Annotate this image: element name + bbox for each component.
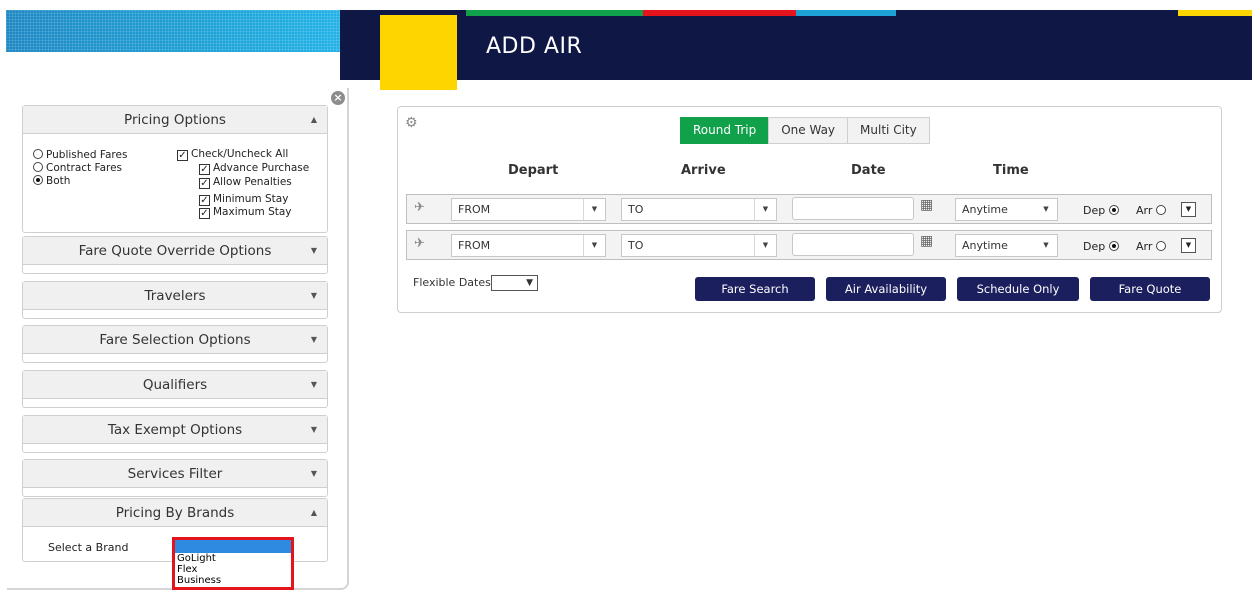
radio-selected-icon (33, 175, 43, 185)
brand-option-flex[interactable]: Flex (175, 564, 291, 575)
gear-icon[interactable]: ⚙ (405, 115, 418, 131)
section-fare-quote-override: Fare Quote Override Options ▼ (22, 236, 328, 274)
takeoff-icon: ✈ (414, 200, 425, 215)
brand-option-selected-blank[interactable] (175, 540, 291, 553)
section-travelers: Travelers ▼ (22, 281, 328, 319)
fare-quote-button[interactable]: Fare Quote (1090, 277, 1210, 301)
checkmark-icon: ✓ (199, 208, 210, 219)
checkbox-allow-penalties[interactable]: ✓ Allow Penalties (199, 176, 292, 189)
tab-multi-city[interactable]: Multi City (847, 117, 930, 144)
checkbox-advance-purchase[interactable]: ✓ Advance Purchase (199, 162, 309, 175)
chevron-down-icon: ▼ (310, 291, 317, 300)
close-icon[interactable]: × (331, 91, 345, 105)
from-input-2[interactable]: FROM ▼ (451, 234, 606, 257)
radio-icon (33, 149, 43, 159)
chevron-down-icon[interactable]: ▼ (1035, 199, 1057, 220)
radio-icon (33, 162, 43, 172)
checkbox-minimum-stay[interactable]: ✓ Minimum Stay (199, 193, 288, 206)
chevron-down-icon[interactable]: ▼ (583, 235, 605, 256)
arr-radio-2[interactable]: Arr (1136, 240, 1169, 253)
section-services-filter: Services Filter ▼ (22, 459, 328, 497)
landing-icon: ✈ (414, 236, 425, 251)
time-select-2[interactable]: Anytime ▼ (955, 234, 1058, 257)
section-header-fare-quote-override[interactable]: Fare Quote Override Options ▼ (23, 237, 327, 265)
dep-radio-1[interactable]: Dep (1083, 204, 1122, 217)
section-title: Pricing Options (124, 112, 226, 128)
checkbox-check-all[interactable]: ✓ Check/Uncheck All (177, 148, 288, 161)
banner-stripe-green (466, 10, 643, 16)
section-header-pricing-options[interactable]: Pricing Options ▲ (23, 106, 327, 134)
select-brand-label: Select a Brand (48, 541, 129, 554)
checkmark-icon: ✓ (199, 178, 210, 189)
tab-one-way[interactable]: One Way (768, 117, 849, 144)
column-header-date: Date (851, 163, 886, 178)
section-fare-selection: Fare Selection Options ▼ (22, 325, 328, 363)
page-title: ADD AIR (486, 34, 583, 59)
flexible-dates-select[interactable]: ▼ (491, 275, 538, 291)
chevron-down-icon[interactable]: ▼ (1035, 235, 1057, 256)
section-header-fare-selection[interactable]: Fare Selection Options ▼ (23, 326, 327, 354)
chevron-down-icon: ▼ (310, 380, 317, 389)
section-qualifiers: Qualifiers ▼ (22, 370, 328, 408)
brand-listbox[interactable]: GoLight Flex Business (172, 537, 294, 590)
chevron-up-icon: ▲ (310, 508, 317, 517)
chevron-down-icon[interactable]: ▼ (583, 199, 605, 220)
radio-contract-fares[interactable]: Contract Fares (33, 162, 122, 174)
section-header-travelers[interactable]: Travelers ▼ (23, 282, 327, 310)
checkmark-icon: ✓ (177, 150, 188, 161)
dep-radio-2[interactable]: Dep (1083, 240, 1122, 253)
arr-radio-1[interactable]: Arr (1136, 204, 1169, 217)
radio-selected-icon (1108, 205, 1119, 215)
trip-type-group: Round Trip One Way Multi City (680, 117, 930, 144)
top-margin (0, 0, 1252, 10)
section-header-services-filter[interactable]: Services Filter ▼ (23, 460, 327, 488)
banner-stripe-red (643, 10, 796, 16)
chevron-down-icon[interactable]: ▼ (754, 235, 776, 256)
banner-left-block (6, 10, 340, 52)
radio-both[interactable]: Both (33, 175, 70, 187)
brand-option-golight[interactable]: GoLight (175, 553, 291, 564)
section-header-pricing-by-brands[interactable]: Pricing By Brands ▲ (23, 499, 327, 527)
chevron-down-icon: ▼ (310, 425, 317, 434)
leg-options-dropdown-1[interactable]: ▼ (1181, 202, 1196, 217)
leg-options-dropdown-2[interactable]: ▼ (1181, 238, 1196, 253)
calendar-icon[interactable]: ▦ (920, 197, 933, 213)
to-input-1[interactable]: TO ▼ (621, 198, 777, 221)
checkmark-icon: ✓ (199, 195, 210, 206)
column-header-arrive: Arrive (681, 163, 726, 178)
chevron-down-icon: ▼ (310, 335, 317, 344)
brand-option-business[interactable]: Business (175, 575, 291, 586)
tab-round-trip[interactable]: Round Trip (680, 117, 770, 144)
radio-icon (1155, 241, 1166, 251)
column-header-depart: Depart (508, 163, 559, 178)
banner-yellow-square (380, 15, 457, 90)
banner-stripe-yellow (1178, 10, 1252, 16)
checkmark-icon: ✓ (199, 164, 210, 175)
section-header-tax-exempt[interactable]: Tax Exempt Options ▼ (23, 416, 327, 444)
date-input-2[interactable] (792, 233, 914, 256)
radio-icon (1155, 205, 1166, 215)
banner-background (340, 10, 1252, 80)
schedule-only-button[interactable]: Schedule Only (957, 277, 1079, 301)
from-input-1[interactable]: FROM ▼ (451, 198, 606, 221)
radio-published-fares[interactable]: Published Fares (33, 149, 127, 161)
chevron-up-icon: ▲ (310, 115, 317, 124)
chevron-down-icon: ▼ (310, 246, 317, 255)
time-select-1[interactable]: Anytime ▼ (955, 198, 1058, 221)
flexible-dates-label: Flexible Dates (413, 276, 491, 289)
chevron-down-icon: ▼ (310, 469, 317, 478)
calendar-icon[interactable]: ▦ (920, 233, 933, 249)
chevron-down-icon: ▼ (526, 278, 533, 288)
date-input-1[interactable] (792, 197, 914, 220)
fare-search-button[interactable]: Fare Search (695, 277, 815, 301)
banner-stripe-cyan (796, 10, 896, 16)
section-header-qualifiers[interactable]: Qualifiers ▼ (23, 371, 327, 399)
checkbox-maximum-stay[interactable]: ✓ Maximum Stay (199, 206, 292, 219)
column-header-time: Time (993, 163, 1029, 178)
radio-selected-icon (1108, 241, 1119, 251)
chevron-down-icon[interactable]: ▼ (754, 199, 776, 220)
air-availability-button[interactable]: Air Availability (826, 277, 946, 301)
to-input-2[interactable]: TO ▼ (621, 234, 777, 257)
section-tax-exempt: Tax Exempt Options ▼ (22, 415, 328, 453)
